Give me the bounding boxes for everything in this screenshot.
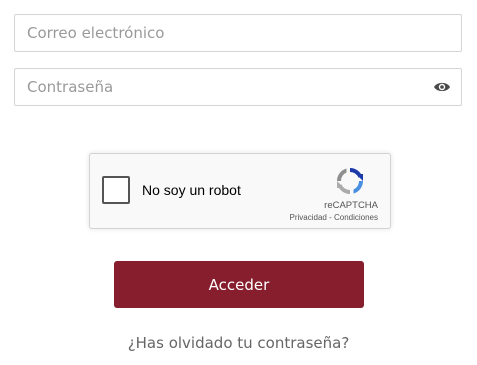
links-separator: - <box>326 213 334 222</box>
forgot-password-link[interactable]: ¿Has olvidado tu contraseña? <box>0 334 477 352</box>
recaptcha-checkbox[interactable] <box>102 176 130 204</box>
recaptcha-label: No soy un robot <box>142 182 241 198</box>
recaptcha-widget: No soy un robot reCAPTCHA Privacidad - C… <box>89 153 391 229</box>
terms-link[interactable]: Condiciones <box>334 213 378 222</box>
recaptcha-links: Privacidad - Condiciones <box>290 213 379 222</box>
privacy-link[interactable]: Privacidad <box>290 213 327 222</box>
email-field[interactable] <box>14 14 462 52</box>
recaptcha-brand: reCAPTCHA <box>324 200 378 211</box>
email-input[interactable] <box>15 15 427 51</box>
eye-icon[interactable] <box>433 80 451 94</box>
password-input[interactable] <box>15 69 427 105</box>
login-button[interactable]: Acceder <box>114 261 364 308</box>
recaptcha-logo-icon <box>334 165 366 197</box>
password-field[interactable] <box>14 68 462 106</box>
